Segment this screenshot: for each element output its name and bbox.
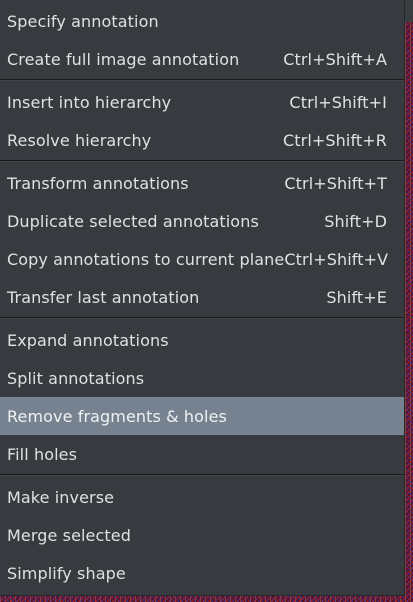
menu-item-fill-holes[interactable]: Fill holes	[0, 435, 404, 473]
menu-item-label: Specify annotation	[7, 11, 159, 31]
menu-item-shortcut: Shift+D	[324, 211, 387, 231]
menu-item-shortcut: Ctrl+Shift+I	[289, 92, 387, 112]
menu-separator	[0, 79, 404, 81]
menu-item-shortcut: Ctrl+Shift+A	[283, 49, 387, 69]
menu-item-create-full-image-annotation[interactable]: Create full image annotation Ctrl+Shift+…	[0, 40, 404, 78]
menu-item-label: Insert into hierarchy	[7, 92, 172, 112]
menu-item-transform-annotations[interactable]: Transform annotations Ctrl+Shift+T	[0, 164, 404, 202]
menu-item-label: Merge selected	[7, 525, 131, 545]
menu-item-merge-selected[interactable]: Merge selected	[0, 516, 404, 554]
menu-item-label: Transform annotations	[7, 173, 189, 193]
menu-item-label: Duplicate selected annotations	[7, 211, 259, 231]
menu-separator	[0, 160, 404, 162]
menu-item-shortcut: Ctrl+Shift+V	[284, 249, 389, 269]
menu-item-resolve-hierarchy[interactable]: Resolve hierarchy Ctrl+Shift+R	[0, 121, 404, 159]
menu-item-remove-fragments-and-holes[interactable]: Remove fragments & holes	[0, 397, 404, 435]
menu-item-duplicate-selected-annotations[interactable]: Duplicate selected annotations Shift+D	[0, 202, 404, 240]
menu-item-shortcut: Ctrl+Shift+R	[283, 130, 387, 150]
menu-item-label: Split annotations	[7, 368, 145, 388]
menu-item-specify-annotation[interactable]: Specify annotation	[0, 2, 404, 40]
menu-item-shortcut: Shift+E	[326, 287, 387, 307]
menu-item-transfer-last-annotation[interactable]: Transfer last annotation Shift+E	[0, 278, 404, 316]
menu-separator	[0, 474, 404, 476]
menu-item-label: Make inverse	[7, 487, 115, 507]
menu-item-make-inverse[interactable]: Make inverse	[0, 478, 404, 516]
menu-item-expand-annotations[interactable]: Expand annotations	[0, 321, 404, 359]
menu-item-label: Transfer last annotation	[7, 287, 200, 307]
annotation-context-menu: Specify annotation Create full image ann…	[0, 0, 405, 596]
menu-item-label: Remove fragments & holes	[7, 406, 227, 426]
menu-item-simplify-shape[interactable]: Simplify shape	[0, 554, 404, 592]
menu-item-label: Resolve hierarchy	[7, 130, 152, 150]
menu-item-copy-annotations-to-current-plane[interactable]: Copy annotations to current plane Ctrl+S…	[0, 240, 404, 278]
menu-item-insert-into-hierarchy[interactable]: Insert into hierarchy Ctrl+Shift+I	[0, 83, 404, 121]
menu-item-label: Fill holes	[7, 444, 78, 464]
background-window-edge	[405, 0, 413, 22]
menu-separator	[0, 317, 404, 319]
menu-item-split-annotations[interactable]: Split annotations	[0, 359, 404, 397]
menu-item-label: Expand annotations	[7, 330, 169, 350]
menu-item-label: Create full image annotation	[7, 49, 240, 69]
menu-item-label: Copy annotations to current plane	[7, 249, 285, 269]
menu-item-label: Simplify shape	[7, 563, 126, 583]
menu-item-shortcut: Ctrl+Shift+T	[284, 173, 387, 193]
